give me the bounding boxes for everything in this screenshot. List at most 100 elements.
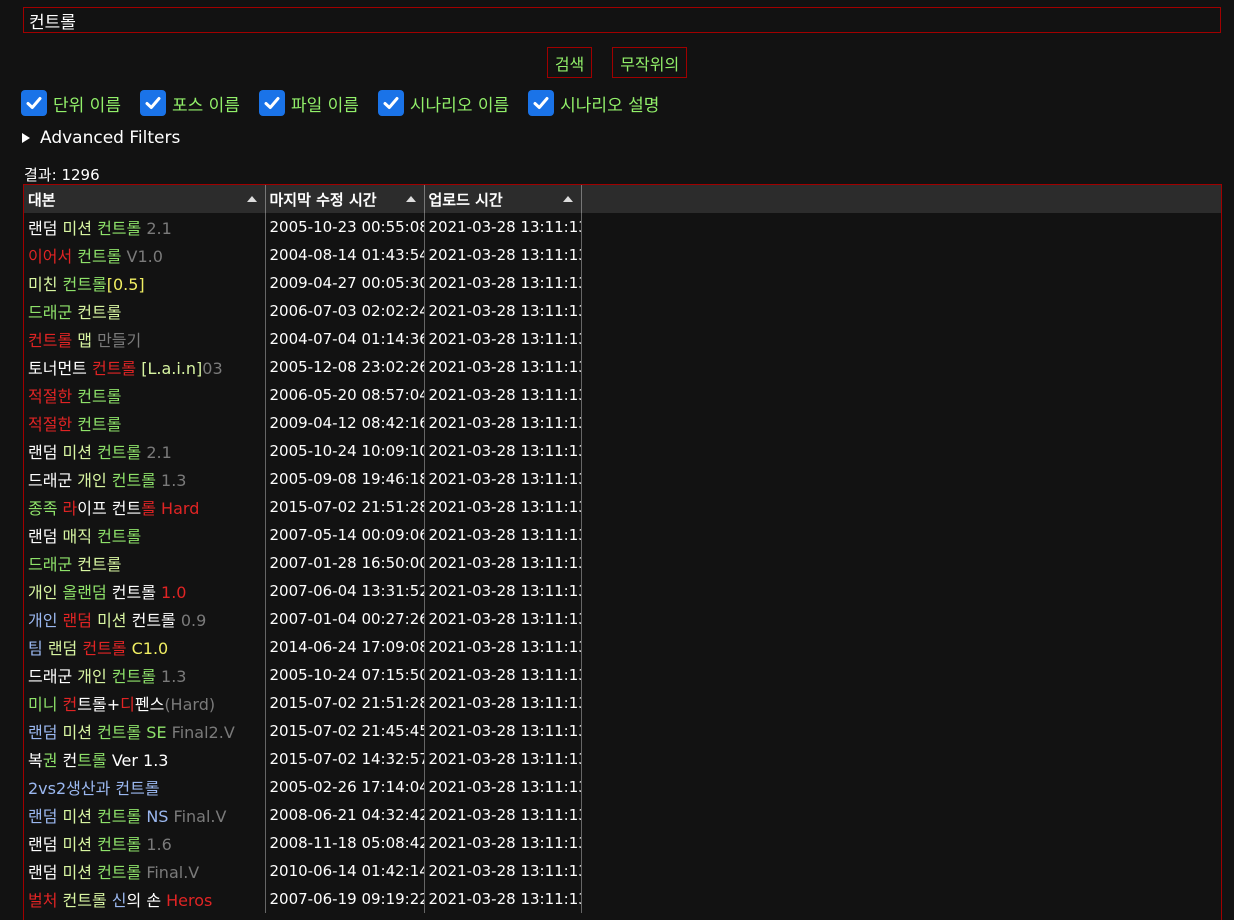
- cell-upload-time: 2021-03-28 13:11:13: [424, 409, 582, 437]
- cell-script-name[interactable]: 드래군 개인 컨트롤 1.3: [24, 465, 266, 493]
- check-icon[interactable]: [528, 90, 555, 116]
- sort-up-icon[interactable]: [405, 196, 416, 202]
- table-row[interactable]: 팀 랜덤 컨트롤 C1.0 2014-06-24 17:09:08 2021-03-…: [24, 633, 1221, 661]
- cell-modified-time: 2005-10-24 07:15:50: [265, 661, 425, 689]
- cell-upload-time: 2021-03-28 13:11:13: [424, 381, 582, 409]
- table-row[interactable]: 개인 랜덤 미션 컨트롤 0.9 2007-01-04 00:27:26 2021-…: [24, 605, 1221, 633]
- table-row[interactable]: 랜덤 매직 컨트롤 2007-05-14 00:09:06 2021-03-28 1…: [24, 521, 1221, 549]
- name-segment: 랜덤: [47, 639, 83, 658]
- name-segment: 컨: [62, 751, 78, 770]
- cell-empty: [581, 745, 1221, 773]
- sort-up-icon[interactable]: [246, 196, 257, 202]
- filter-scenario-description[interactable]: 시나리오 설명: [528, 90, 659, 116]
- cell-script-name[interactable]: 팀 랜덤 컨트롤 C1.0: [24, 633, 266, 661]
- cell-script-name[interactable]: 복권 컨트롤 Ver 1.3: [24, 745, 266, 773]
- table-row[interactable]: 종족 라이프 컨트롤 Hard 2015-07-02 21:51:28 2021-0…: [24, 493, 1221, 521]
- filter-scenario-name[interactable]: 시나리오 이름: [377, 90, 509, 116]
- table-row[interactable]: 랜덤 미션 컨트롤 2.1 2005-10-24 10:09:10 2021-03-…: [24, 437, 1221, 465]
- cell-script-name[interactable]: 랜덤 미션 컨트롤 1.6: [24, 829, 266, 857]
- table-row[interactable]: 개인 올랜덤 컨트롤 1.0 2007-06-04 13:31:52 2021-03…: [24, 577, 1221, 605]
- name-segment: 매직: [62, 527, 98, 546]
- table-row[interactable]: 드래군 개인 컨트롤 1.3 2005-09-08 19:46:18 2021-03…: [24, 465, 1221, 493]
- cell-script-name[interactable]: 미니 컨트롤+디펜스(Hard): [24, 689, 266, 717]
- table-row[interactable]: 랜덤 미션 컨트롤 1.6 2008-11-18 05:08:42 2021-03-…: [24, 829, 1221, 857]
- search-button[interactable]: 검색: [546, 47, 593, 78]
- cell-script-name[interactable]: 미친 컨트롤[0.5]: [24, 269, 266, 297]
- column-header-label: 업로드 시간: [428, 190, 503, 209]
- cell-script-name[interactable]: 적절한 컨트롤: [24, 381, 266, 409]
- name-segment: 팀: [28, 639, 48, 658]
- table-row[interactable]: 토너먼트 컨트롤 [L.a.i.n]03 2005-12-08 23:02:26 2…: [24, 353, 1221, 381]
- cell-upload-time: 2021-03-28 13:11:13: [424, 661, 582, 689]
- cell-script-name[interactable]: 랜덤 미션 컨트롤 2.1: [24, 213, 266, 241]
- advanced-filters-toggle[interactable]: Advanced Filters: [22, 128, 180, 148]
- cell-upload-time: 2021-03-28 13:11:13: [424, 605, 582, 633]
- cell-script-name[interactable]: 랜덤 미션 컨트롤 SE Final2.V: [24, 717, 266, 745]
- cell-script-name[interactable]: 개인 올랜덤 컨트롤 1.0: [24, 577, 266, 605]
- cell-script-name[interactable]: 랜덤 미션 컨트롤 Final.V: [24, 857, 266, 885]
- sort-up-icon[interactable]: [562, 196, 573, 202]
- cell-script-name[interactable]: 컨트롤 맵 만들기: [24, 325, 266, 353]
- column-header-uploaded[interactable]: 업로드 시간: [424, 185, 582, 213]
- cell-script-name[interactable]: 벌처 컨트롤 신의 손 Heros: [24, 885, 266, 913]
- cell-upload-time: 2021-03-28 13:11:13: [424, 717, 582, 745]
- filter-label: 단위 이름: [53, 95, 121, 116]
- table-row[interactable]: 미친 컨트롤[0.5] 2009-04-27 00:05:30 2021-03-28…: [24, 269, 1221, 297]
- table-row[interactable]: 복권 컨트롤 Ver 1.3 2015-07-02 14:32:57 2021-03…: [24, 745, 1221, 773]
- name-segment: 드래군: [28, 667, 78, 686]
- filter-force-name[interactable]: 포스 이름: [139, 90, 240, 116]
- filter-file-name[interactable]: 파일 이름: [258, 90, 359, 116]
- cell-script-name[interactable]: 랜덤 미션 컨트롤 2.1: [24, 437, 266, 465]
- table-row[interactable]: 드래군 컨트롤 2006-07-03 02:02:24 2021-03-28 13:…: [24, 297, 1221, 325]
- cell-script-name[interactable]: 드래군 컨트롤: [24, 297, 266, 325]
- random-button[interactable]: 무작위의: [612, 47, 688, 78]
- table-row[interactable]: 컨트롤 맵 만들기 2004-07-04 01:14:36 2021-03-28 1…: [24, 325, 1221, 353]
- cell-empty: [581, 829, 1221, 857]
- column-header-script[interactable]: 대본: [24, 185, 266, 213]
- cell-script-name[interactable]: 이어서 컨트롤 V1.0: [24, 241, 266, 269]
- cell-script-name[interactable]: 종족 라이프 컨트롤 Hard: [24, 493, 266, 521]
- cell-upload-time: 2021-03-28 13:11:13: [424, 633, 582, 661]
- cell-script-name[interactable]: 랜덤 매직 컨트롤: [24, 521, 266, 549]
- check-icon[interactable]: [258, 90, 285, 116]
- table-row[interactable]: 랜덤 미션 컨트롤 SE Final2.V 2015-07-02 21:45:45…: [24, 717, 1221, 745]
- column-header-empty: [581, 185, 1221, 213]
- cell-script-name[interactable]: 드래군 컨트롤: [24, 549, 266, 577]
- name-segment: 랜덤: [28, 219, 63, 238]
- name-segment: 이어서: [28, 247, 78, 266]
- table-row[interactable]: 이어서 컨트롤 V1.0 2004-08-14 01:43:54 2021-03-2…: [24, 241, 1221, 269]
- table-row[interactable]: 미니 컨트롤+디펜스(Hard) 2015-07-02 21:51:28 2021-…: [24, 689, 1221, 717]
- table-row[interactable]: 랜덤 미션 컨트롤 Final.V 2010-06-14 01:42:14 2021…: [24, 857, 1221, 885]
- cell-script-name[interactable]: 토너먼트 컨트롤 [L.a.i.n]03: [24, 353, 266, 381]
- table-row[interactable]: 2vs2생산과 컨트롤 2005-02-26 17:14:04 2021-03-28…: [24, 773, 1221, 801]
- name-segment: 컨트롤: [91, 359, 142, 378]
- cell-empty: [581, 409, 1221, 437]
- check-icon[interactable]: [139, 90, 166, 116]
- name-segment: 미션: [62, 835, 98, 854]
- cell-script-name[interactable]: 드래군 개인 컨트롤 1.3: [24, 661, 266, 689]
- triangle-right-icon: [22, 133, 30, 143]
- name-segment: (Hard): [164, 695, 216, 714]
- cell-script-name[interactable]: 적절한 컨트롤: [24, 409, 266, 437]
- check-icon[interactable]: [21, 90, 47, 116]
- filter-unit-name[interactable]: 단위 이름: [21, 90, 121, 116]
- cell-modified-time: 2010-06-14 01:42:14: [265, 857, 425, 885]
- table-row[interactable]: 적절한 컨트롤 2006-05-20 08:57:04 2021-03-28 13:…: [24, 381, 1221, 409]
- cell-empty: [581, 521, 1221, 549]
- cell-script-name[interactable]: 2vs2생산과 컨트롤: [24, 773, 266, 801]
- table-row[interactable]: 벌처 컨트롤 신의 손 Heros 2007-06-19 09:19:22 2021…: [24, 885, 1221, 913]
- name-segment: 미션: [97, 611, 132, 630]
- cell-script-name[interactable]: 랜덤 미션 컨트롤 NS Final.V: [24, 801, 266, 829]
- check-icon[interactable]: [377, 90, 404, 116]
- table-row[interactable]: 드래군 개인 컨트롤 1.3 2005-10-24 07:15:50 2021-03…: [24, 661, 1221, 689]
- table-row[interactable]: 랜덤 미션 컨트롤 2.1 2005-10-23 00:55:08 2021-03-…: [24, 213, 1221, 241]
- cell-modified-time: 2004-08-14 01:43:54: [265, 241, 425, 269]
- table-row[interactable]: 드래군 컨트롤 2007-01-28 16:50:00 2021-03-28 13:…: [24, 549, 1221, 577]
- cell-script-name[interactable]: 개인 랜덤 미션 컨트롤 0.9: [24, 605, 266, 633]
- search-input[interactable]: [23, 7, 1221, 33]
- column-header-modified[interactable]: 마지막 수정 시간: [265, 185, 425, 213]
- filter-label: 포스 이름: [171, 95, 240, 116]
- table-row[interactable]: 랜덤 미션 컨트롤 NS Final.V 2008-06-21 04:32:42 2…: [24, 801, 1221, 829]
- cell-empty: [581, 857, 1221, 885]
- table-row[interactable]: 적절한 컨트롤 2009-04-12 08:42:16 2021-03-28 13:…: [24, 409, 1221, 437]
